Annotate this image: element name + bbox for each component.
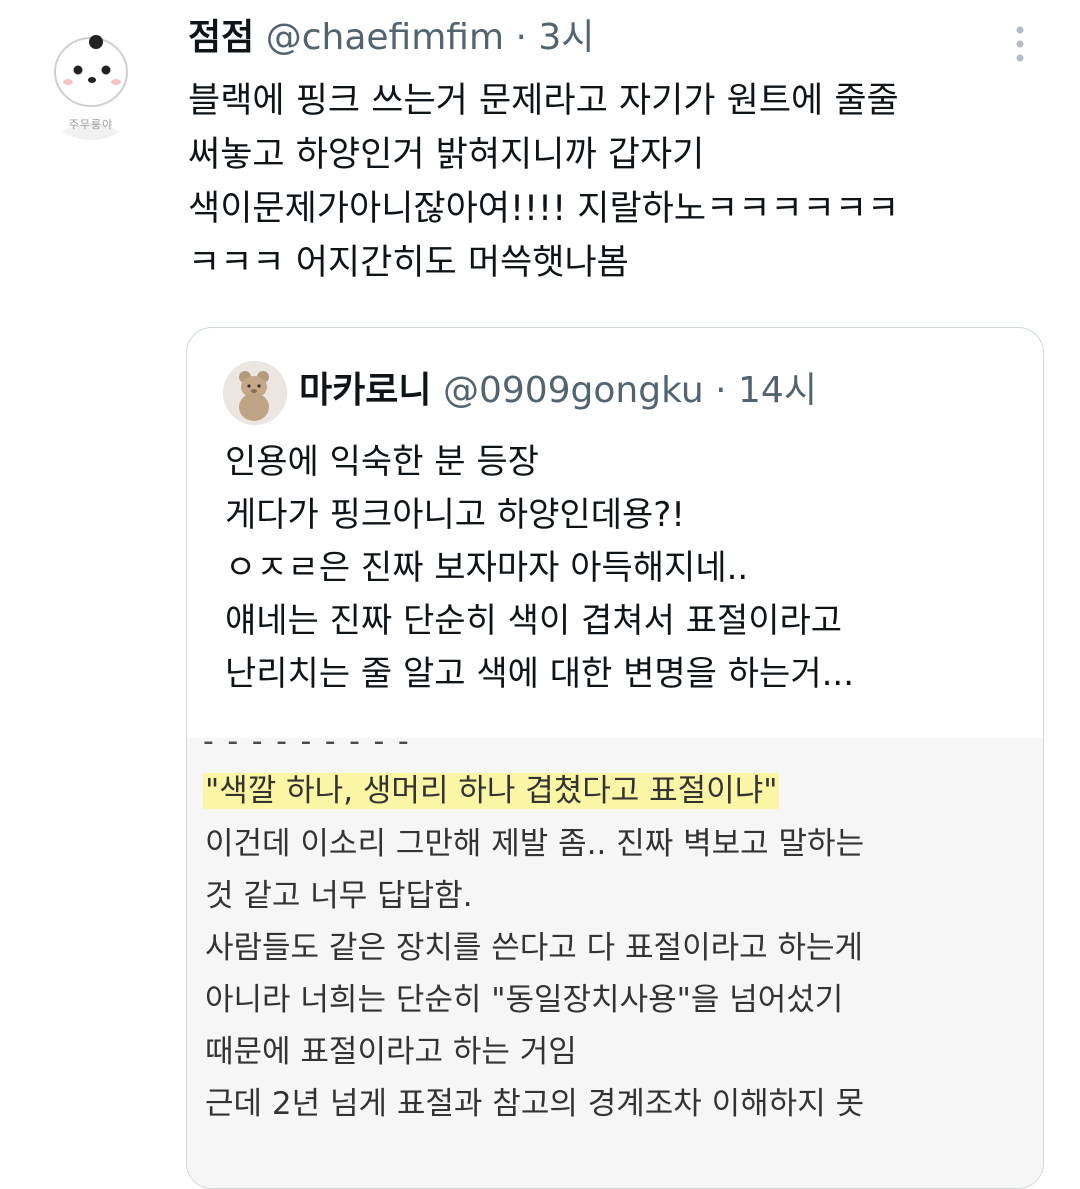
- avatar-caption: 주무룽야: [68, 118, 114, 131]
- cropped-text-line: - - - - - - - - -: [203, 738, 411, 759]
- quoted-tweet-card[interactable]: 마카로니 @0909gongku · 14시 인용에 익숙한 분 등장 게다가 …: [186, 327, 1044, 1189]
- quoted-tweet-time[interactable]: 14시: [738, 370, 817, 411]
- quoted-user-handle[interactable]: @0909gongku: [443, 370, 704, 411]
- tweet-text: 블랙에 핑크 쓰는거 문제라고 자기가 원트에 줄줄 써놓고 하양인거 밝혀지니…: [188, 81, 900, 283]
- quoted-display-name[interactable]: 마카로니: [299, 370, 431, 411]
- separator-dot: ·: [515, 17, 527, 58]
- display-name[interactable]: 점점: [188, 17, 254, 58]
- separator-dot: ·: [715, 370, 727, 411]
- highlighted-line: "색깔 하나, 생머리 하나 겹쳤다고 표절이냐": [203, 765, 780, 817]
- highlighted-quote-text: "색깔 하나, 생머리 하나 겹쳤다고 표절이냐": [203, 773, 780, 809]
- more-options-icon[interactable]: [1008, 22, 1032, 66]
- author-avatar[interactable]: 주무룽야: [34, 20, 148, 140]
- tweet-header: 점점 @chaefimfim · 3시: [188, 14, 594, 62]
- quoted-tweet-header: 마카로니 @0909gongku · 14시: [299, 366, 817, 416]
- user-handle[interactable]: @chaefimfim: [266, 17, 504, 58]
- quoted-tweet-text: 인용에 익숙한 분 등장 게다가 핑크아니고 하양인데용?! ㅇㅈㄹ은 진짜 보…: [225, 442, 855, 694]
- image-body-text: 이건데 이소리 그만해 제발 좀.. 진짜 벽보고 말하는 것 같고 너무 답답…: [205, 826, 865, 1122]
- quoted-author-avatar[interactable]: [223, 361, 287, 425]
- bear-plush-icon: [223, 361, 287, 425]
- tweet-time[interactable]: 3시: [538, 17, 594, 58]
- quoted-tweet-image[interactable]: - - - - - - - - - "색깔 하나, 생머리 하나 겹쳤다고 표절…: [187, 738, 1043, 1188]
